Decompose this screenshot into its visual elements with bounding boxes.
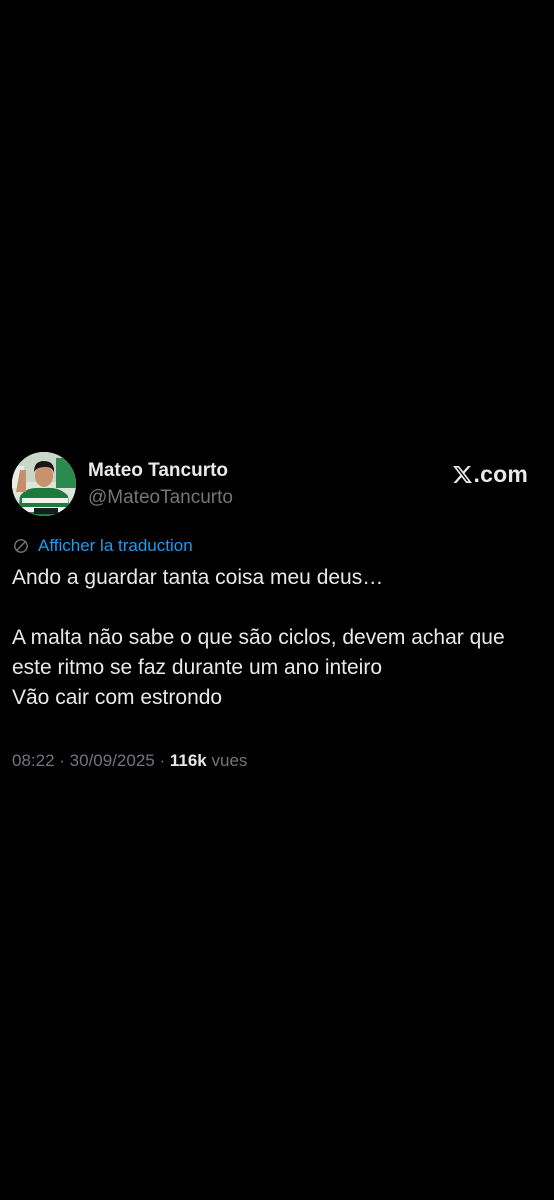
meta-separator: · [54,751,70,770]
translate-label[interactable]: Afficher la traduction [38,536,193,556]
tweet-card[interactable]: Mateo Tancurto @MateoTancurto .com Affic… [12,452,544,771]
author-display-name[interactable]: Mateo Tancurto [88,460,233,482]
meta-separator: · [154,751,170,770]
x-logo-icon [452,465,472,483]
screen: Mateo Tancurto @MateoTancurto .com Affic… [0,0,554,1200]
tweet-date[interactable]: 30/09/2025 [70,751,155,770]
globe-icon [14,539,28,553]
tweet-time[interactable]: 08:22 [12,751,55,770]
author-names: Mateo Tancurto @MateoTancurto [88,460,233,509]
views-count: 116k [169,751,207,770]
tweet-meta: 08:22 · 30/09/2025 · 116k vues [12,751,544,771]
brand-text: .com [473,460,528,487]
tweet-header: Mateo Tancurto @MateoTancurto .com [12,452,544,518]
tweet-text: Ando a guardar tanta coisa meu deus… A m… [12,566,505,709]
translate-link[interactable]: Afficher la traduction [12,535,544,557]
avatar-photo [12,452,76,516]
brand-watermark: .com [452,460,528,488]
views-label: vues [211,751,248,770]
avatar[interactable] [12,452,76,516]
author-handle[interactable]: @MateoTancurto [88,487,233,509]
